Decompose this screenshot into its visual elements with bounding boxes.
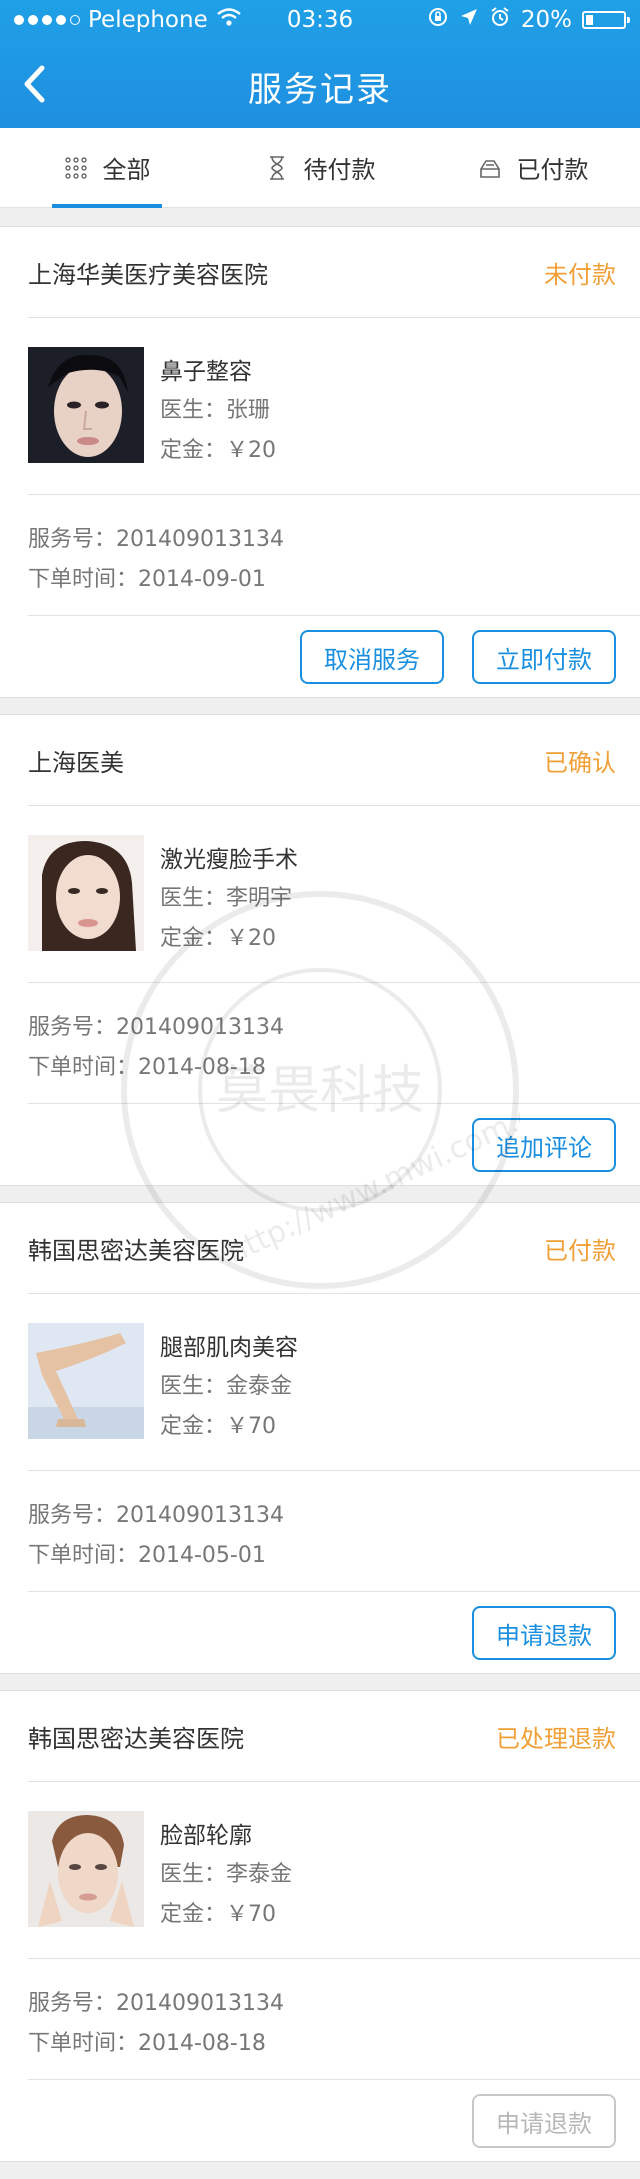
order-card: 韩国思密达美容医院 已付款 腿部肌肉美容 医生：金泰金 定金：￥70 服务号：2… — [0, 1202, 640, 1674]
grid-dots-icon — [63, 155, 89, 181]
add-review-button[interactable]: 追加评论 — [472, 1118, 616, 1172]
nav-bar: 服务记录 — [0, 40, 640, 128]
battery-icon — [582, 11, 630, 29]
tray-icon — [477, 155, 503, 181]
order-status: 已确认 — [544, 749, 616, 777]
tab-label: 全部 — [102, 156, 151, 184]
service-number: 服务号：201409013134 — [28, 1503, 284, 1528]
order-time: 下单时间：2014-08-18 — [28, 2031, 266, 2056]
tab-label: 已付款 — [516, 156, 589, 184]
order-status: 已付款 — [544, 1237, 616, 1265]
product-thumbnail[interactable] — [28, 835, 144, 951]
status-bar: Pelephone 03:36 20% — [0, 0, 640, 40]
product-name: 脸部轮廓 — [160, 1823, 252, 1849]
doctor-name: 医生：李明宇 — [160, 886, 293, 911]
deposit-amount: 定金：￥70 — [160, 1414, 276, 1439]
tab-paid[interactable]: 已付款 — [426, 128, 639, 207]
deposit-amount: 定金：￥70 — [160, 1902, 276, 1927]
status-time: 03:36 — [286, 7, 354, 33]
order-time: 下单时间：2014-08-18 — [28, 1055, 266, 1080]
header: Pelephone 03:36 20% 服务记录 — [0, 0, 640, 128]
product-thumbnail[interactable] — [28, 347, 144, 463]
deposit-amount: 定金：￥20 — [160, 438, 276, 463]
doctor-name: 医生：金泰金 — [160, 1374, 293, 1399]
service-number: 服务号：201409013134 — [28, 1015, 284, 1040]
doctor-name: 医生：张珊 — [160, 398, 271, 423]
hospital-name: 上海华美医疗美容医院 — [28, 261, 268, 289]
request-refund-button[interactable]: 申请退款 — [472, 1606, 616, 1660]
order-time: 下单时间：2014-05-01 — [28, 1543, 266, 1568]
product-thumbnail[interactable] — [28, 1811, 144, 1927]
order-time: 下单时间：2014-09-01 — [28, 567, 266, 592]
filter-tabs: 全部 待付款 已付款 — [0, 128, 640, 208]
product-name: 腿部肌肉美容 — [160, 1335, 298, 1361]
order-status: 未付款 — [544, 261, 616, 289]
tab-all[interactable]: 全部 — [0, 128, 213, 208]
order-status: 已处理退款 — [496, 1725, 616, 1753]
page-title: 服务记录 — [248, 70, 392, 110]
hourglass-icon — [264, 155, 290, 181]
product-name: 激光瘦脸手术 — [160, 847, 298, 873]
doctor-name: 医生：李泰金 — [160, 1862, 293, 1887]
cancel-service-button[interactable]: 取消服务 — [300, 630, 444, 684]
tab-pending-payment[interactable]: 待付款 — [213, 128, 426, 207]
service-number: 服务号：201409013134 — [28, 1991, 284, 2016]
hospital-name: 韩国思密达美容医院 — [28, 1725, 244, 1753]
order-card: 上海华美医疗美容医院 未付款 鼻子整容 医生：张珊 定金：￥20 服务号：201… — [0, 226, 640, 698]
product-thumbnail[interactable] — [28, 1323, 144, 1439]
deposit-amount: 定金：￥20 — [160, 926, 276, 951]
request-refund-button[interactable]: 申请退款 — [472, 2094, 616, 2148]
product-name: 鼻子整容 — [160, 359, 252, 385]
tab-label: 待付款 — [303, 156, 376, 184]
order-card: 韩国思密达美容医院 已处理退款 脸部轮廓 医生：李泰金 定金：￥70 服务号：2… — [0, 1690, 640, 2162]
hospital-name: 韩国思密达美容医院 — [28, 1237, 244, 1265]
hospital-name: 上海医美 — [28, 749, 124, 777]
pay-now-button[interactable]: 立即付款 — [472, 630, 616, 684]
service-number: 服务号：201409013134 — [28, 527, 284, 552]
order-card: 上海医美 已确认 激光瘦脸手术 医生：李明宇 定金：￥20 服务号：201409… — [0, 714, 640, 1186]
